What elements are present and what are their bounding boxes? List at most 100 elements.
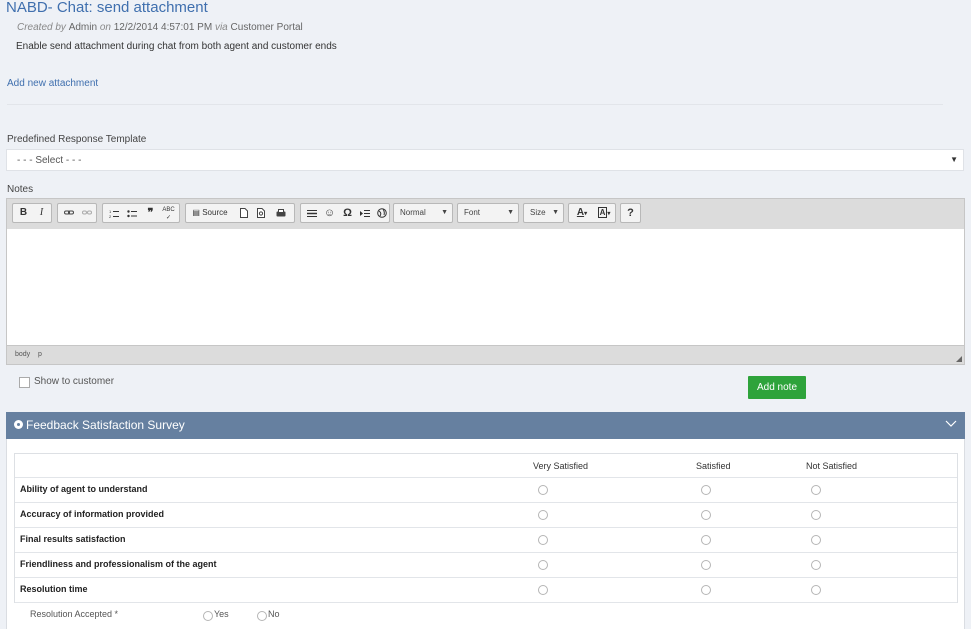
help-button[interactable]: ? [622,204,639,222]
resolution-no-label: No [268,609,280,619]
meta-created-by: Created by [17,22,66,33]
preview-icon[interactable] [253,204,270,222]
format-arrow-icon: ▼ [441,209,448,216]
new-page-icon[interactable] [235,204,252,222]
bulleted-list-icon[interactable] [123,204,140,222]
show-to-customer-checkbox[interactable] [19,377,30,388]
format-dropdown[interactable]: Normal ▼ [393,203,453,223]
radio-not-satisfied[interactable] [811,585,821,595]
size-value: Size [530,208,546,217]
radio-not-satisfied[interactable] [811,560,821,570]
font-arrow-icon: ▼ [507,209,514,216]
source-label: Source [202,208,228,217]
toolbar-group-basic: B I [12,203,52,223]
chevron-down-icon[interactable] [945,417,957,429]
italic-button[interactable]: I [33,204,50,222]
show-to-customer-label: Show to customer [34,376,115,387]
toolbar-group-colors: A▾ A ▾ [568,203,616,223]
survey-row: Accuracy of information provided [15,503,957,528]
special-char-icon[interactable]: Ω [339,204,356,222]
gear-icon [14,420,23,429]
radio-very-satisfied[interactable] [538,485,548,495]
survey-row: Final results satisfaction [15,528,957,553]
dropdown-arrow-icon: ▼ [950,155,958,164]
text-color-icon[interactable]: A▾ [571,204,593,222]
meta-date: 12/2/2014 4:57:01 PM [113,22,213,33]
question-label: Ability of agent to understand [20,484,148,494]
radio-not-satisfied[interactable] [811,485,821,495]
radio-not-satisfied[interactable] [811,510,821,520]
bold-button[interactable]: B [15,204,32,222]
numbered-list-icon[interactable]: 12 [105,204,122,222]
ticket-description: Enable send attachment during chat from … [16,41,337,52]
column-not-satisfied: Not Satisfied [806,461,858,471]
survey-title: Feedback Satisfaction Survey [26,418,185,432]
source-button[interactable]: ▤ Source [189,204,231,222]
path-p[interactable]: p [38,351,42,358]
blockquote-icon[interactable]: ❞ [142,204,159,222]
meta-on: on [99,22,111,33]
notes-label: Notes [7,184,34,195]
add-attachment-link[interactable]: Add new attachment [7,78,98,89]
radio-satisfied[interactable] [701,585,711,595]
column-satisfied: Satisfied [696,461,731,471]
resolution-accepted-label: Resolution Accepted * [30,609,119,619]
font-value: Font [464,208,481,217]
svg-text:2: 2 [109,214,112,218]
survey-header[interactable]: Feedback Satisfaction Survey [6,412,965,439]
resolution-no-radio[interactable] [257,611,267,621]
notes-editor: B I 12 ❞ ABC ✓ ▤ Source ☺ Ω Normal ▼ Fon… [6,198,965,365]
size-dropdown[interactable]: Size ▼ [523,203,564,223]
radio-satisfied[interactable] [701,510,711,520]
radio-very-satisfied[interactable] [538,535,548,545]
unlink-icon[interactable] [78,204,95,222]
response-template-label: Predefined Response Template [7,134,147,145]
radio-satisfied[interactable] [701,560,711,570]
meta-via: via [214,22,228,33]
toolbar-group-document: ▤ Source [185,203,295,223]
survey-header-row: Very Satisfied Satisfied Not Satisfied [15,454,957,478]
survey-table: Very Satisfied Satisfied Not Satisfied A… [14,453,958,603]
link-icon[interactable] [60,204,77,222]
radio-not-satisfied[interactable] [811,535,821,545]
question-label: Final results satisfaction [20,534,126,544]
notes-textarea[interactable] [7,229,964,347]
smiley-icon[interactable]: ☺ [321,204,338,222]
toolbar-group-links [57,203,97,223]
survey-row: Friendliness and professionalism of the … [15,553,957,578]
print-icon[interactable] [272,204,289,222]
radio-satisfied[interactable] [701,535,711,545]
survey-row: Resolution time [15,578,957,603]
bg-color-icon[interactable]: A ▾ [593,204,615,222]
spellcheck-icon[interactable]: ABC ✓ [160,204,177,224]
meta-author: Admin [68,22,98,33]
meta-source: Customer Portal [230,22,303,33]
response-template-value: - - - Select - - - [17,155,82,166]
question-label: Resolution time [20,584,88,594]
resize-handle-icon[interactable] [956,356,962,362]
format-value: Normal [400,208,426,217]
path-body[interactable]: body [15,351,30,358]
question-label: Friendliness and professionalism of the … [20,559,217,569]
page-break-icon[interactable] [356,204,373,222]
resolution-yes-label: Yes [214,609,229,619]
radio-very-satisfied[interactable] [538,585,548,595]
ticket-title: NABD- Chat: send attachment [6,0,208,16]
toolbar-group-lists: 12 ❞ ABC ✓ [102,203,180,223]
toolbar-group-insert: ☺ Ω [300,203,390,223]
size-arrow-icon: ▼ [552,209,559,216]
horizontal-line-icon[interactable] [303,204,320,222]
response-template-select[interactable]: - - - Select - - - ▼ [6,149,964,171]
add-note-button[interactable]: Add note [748,376,806,399]
iframe-icon[interactable] [373,204,390,222]
toolbar-group-help: ? [620,203,641,223]
radio-satisfied[interactable] [701,485,711,495]
radio-very-satisfied[interactable] [538,560,548,570]
question-label: Accuracy of information provided [20,509,165,519]
editor-statusbar: body p [7,345,964,364]
survey-row: Ability of agent to understand [15,478,957,503]
radio-very-satisfied[interactable] [538,510,548,520]
column-very-satisfied: Very Satisfied [533,461,589,471]
resolution-yes-radio[interactable] [203,611,213,621]
font-dropdown[interactable]: Font ▼ [457,203,519,223]
